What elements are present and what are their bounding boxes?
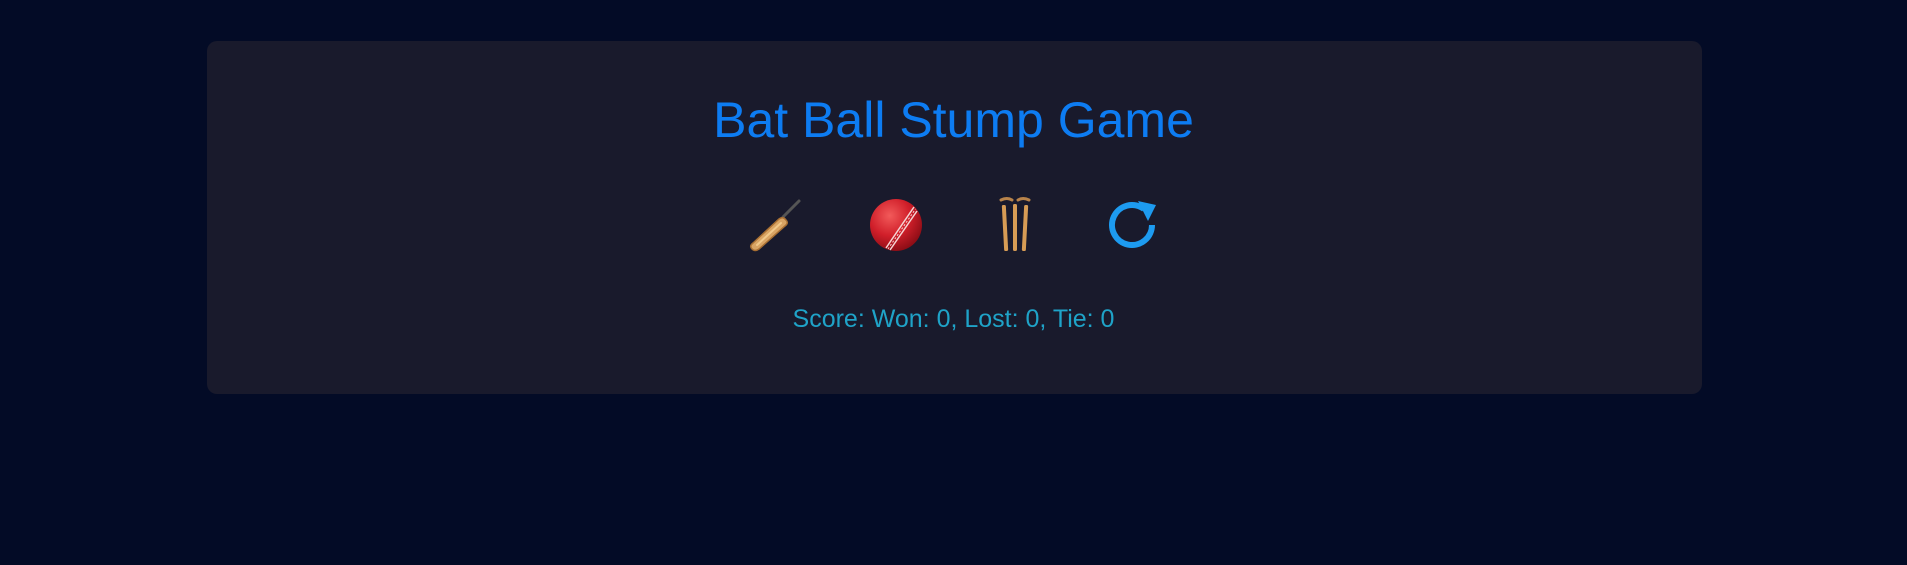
game-title: Bat Ball Stump Game xyxy=(713,92,1194,148)
ball-button[interactable] xyxy=(864,195,928,255)
cricket-bat-icon xyxy=(749,199,801,252)
score-text: Score: Won: 0, Lost: 0, Tie: 0 xyxy=(792,305,1115,333)
stump-button[interactable] xyxy=(983,195,1047,255)
cricket-stumps-icon xyxy=(999,197,1031,251)
cricket-ball-icon xyxy=(870,199,922,251)
reset-button[interactable] xyxy=(1102,195,1166,255)
choice-buttons xyxy=(0,195,1907,255)
bat-button[interactable] xyxy=(743,195,807,255)
refresh-icon xyxy=(1109,201,1156,248)
